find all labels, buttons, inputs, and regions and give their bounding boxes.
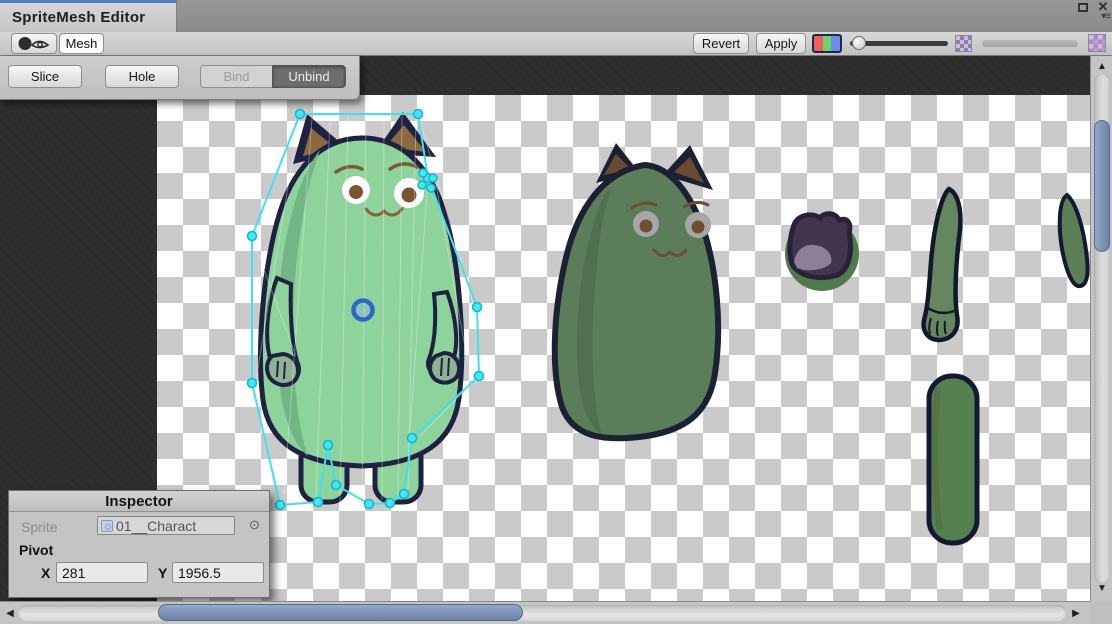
sprite-label: Sprite <box>21 519 58 535</box>
mesh-tools-panel: Slice Hole Bind Unbind <box>0 56 360 100</box>
pivot-x-label: X <box>41 565 51 581</box>
slider-track <box>982 40 1078 47</box>
pivot-handle[interactable] <box>351 298 375 322</box>
overlay-opacity-slider[interactable] <box>848 34 950 52</box>
maximize-icon[interactable] <box>1078 3 1088 12</box>
vertical-scroll-thumb[interactable] <box>1094 120 1110 252</box>
horizontal-scroll-thumb[interactable] <box>158 604 523 621</box>
horizontal-scrollbar[interactable]: ◀ ▶ <box>0 601 1090 624</box>
sprite-leg[interactable] <box>926 373 980 546</box>
sprite-body[interactable] <box>551 143 722 442</box>
tab-mesh[interactable]: Mesh <box>59 33 104 54</box>
window-tab-label: SpriteMesh Editor <box>12 9 146 26</box>
sprite-mouth[interactable] <box>785 211 859 291</box>
sprite-arm[interactable] <box>921 186 963 343</box>
scrollbar-corner <box>1090 601 1112 624</box>
inspector-title: Inspector <box>9 491 269 512</box>
titlebar: SpriteMesh Editor ✕ ▾≡ <box>0 0 1112 32</box>
window-tab[interactable]: SpriteMesh Editor <box>0 0 177 32</box>
spritemesh-editor-window: SpriteMesh Editor ✕ ▾≡ Mesh Revert Apply <box>0 0 1112 624</box>
secondary-slider[interactable] <box>980 34 1080 52</box>
object-picker-icon[interactable]: ⊙ <box>249 517 260 533</box>
pivot-x-field[interactable] <box>56 562 148 583</box>
texture-swatch-icon[interactable] <box>955 35 972 52</box>
pivot-label: Pivot <box>19 542 54 558</box>
apply-button[interactable]: Apply <box>756 33 806 54</box>
bind-button[interactable]: Bind <box>200 65 273 88</box>
inspector-panel: Inspector Sprite 01__Charact ⊙ Pivot X Y <box>8 490 270 598</box>
unbind-button[interactable]: Unbind <box>272 65 346 88</box>
horizontal-scroll-track[interactable] <box>18 604 1066 622</box>
slice-button[interactable]: Slice <box>8 65 82 88</box>
rgb-channels-button[interactable] <box>812 34 842 53</box>
vertical-scrollbar[interactable]: ▲ ▼ <box>1090 56 1112 601</box>
sprite-icon <box>101 519 113 532</box>
sprite-object-value: 01__Charact <box>116 517 197 534</box>
scroll-left-icon[interactable]: ◀ <box>2 602 18 624</box>
main-toolbar: Mesh Revert Apply <box>0 32 1112 56</box>
sprite-object-field[interactable]: 01__Charact <box>97 516 235 535</box>
revert-button[interactable]: Revert <box>693 33 749 54</box>
eye-icon <box>18 37 50 50</box>
scroll-down-icon[interactable]: ▼ <box>1091 580 1112 598</box>
scroll-right-icon[interactable]: ▶ <box>1068 602 1084 624</box>
scroll-up-icon[interactable]: ▲ <box>1091 58 1112 76</box>
hole-button[interactable]: Hole <box>105 65 179 88</box>
overlay-visibility-toggle[interactable] <box>11 33 57 54</box>
editor-canvas[interactable]: Slice Hole Bind Unbind Inspector Sprite … <box>0 56 1112 624</box>
pivot-y-field[interactable] <box>172 562 264 583</box>
sprite-arm-partial[interactable] <box>1057 192 1090 289</box>
window-menu-icon[interactable]: ▾≡ <box>1090 11 1111 23</box>
slider-knob[interactable] <box>852 36 866 50</box>
pivot-y-label: Y <box>158 565 168 581</box>
texture-swatch-icon-2[interactable] <box>1088 34 1106 52</box>
